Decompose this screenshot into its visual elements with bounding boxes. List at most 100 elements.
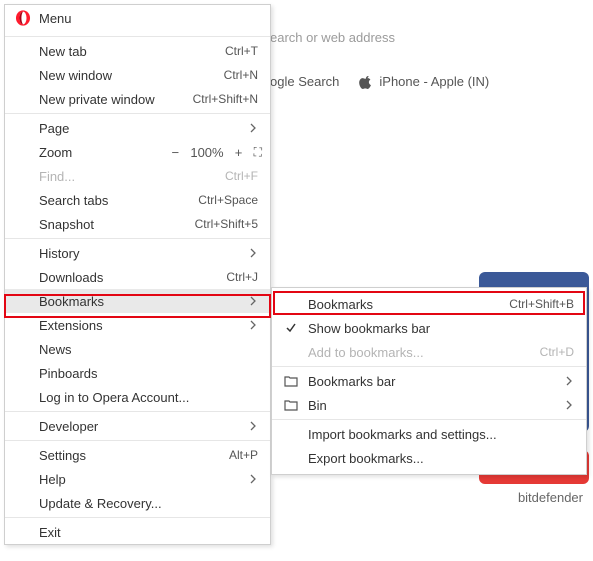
- menu-separator: [272, 366, 586, 367]
- menu-help-label: Help: [39, 472, 244, 487]
- menu-update-label: Update & Recovery...: [39, 496, 258, 511]
- submenu-add-shortcut: Ctrl+D: [540, 345, 574, 359]
- menu-login[interactable]: Log in to Opera Account...: [5, 385, 270, 409]
- menu-separator: [5, 440, 270, 441]
- chevron-right-icon: [248, 123, 258, 133]
- menu-developer-label: Developer: [39, 419, 244, 434]
- menu-extensions[interactable]: Extensions: [5, 313, 270, 337]
- menu-bookmarks[interactable]: Bookmarks: [5, 289, 270, 313]
- menu-new-window-label: New window: [39, 68, 216, 83]
- menu-history-label: History: [39, 246, 244, 261]
- menu-settings-label: Settings: [39, 448, 221, 463]
- apple-icon: [359, 75, 373, 89]
- menu-separator: [272, 419, 586, 420]
- menu-new-window-shortcut: Ctrl+N: [224, 68, 258, 82]
- bookmarks-submenu: Bookmarks Ctrl+Shift+B Show bookmarks ba…: [271, 287, 587, 475]
- menu-page-label: Page: [39, 121, 244, 136]
- submenu-bookmarks[interactable]: Bookmarks Ctrl+Shift+B: [272, 292, 586, 316]
- submenu-bookmarks-shortcut: Ctrl+Shift+B: [509, 297, 574, 311]
- menu-new-tab-shortcut: Ctrl+T: [225, 44, 258, 58]
- submenu-bin[interactable]: Bin: [272, 393, 586, 417]
- menu-separator: [5, 411, 270, 412]
- chevron-right-icon: [564, 376, 574, 386]
- menu-title: Menu: [39, 11, 72, 26]
- zoom-value: 100%: [190, 145, 223, 160]
- menu-help[interactable]: Help: [5, 467, 270, 491]
- menu-exit[interactable]: Exit: [5, 520, 270, 544]
- menu-extensions-label: Extensions: [39, 318, 244, 333]
- menu-separator: [5, 36, 270, 37]
- bookmark-google-label: ogle Search: [270, 74, 339, 89]
- menu-separator: [5, 113, 270, 114]
- menu-settings[interactable]: Settings Alt+P: [5, 443, 270, 467]
- menu-new-tab-label: New tab: [39, 44, 217, 59]
- submenu-bin-label: Bin: [308, 398, 560, 413]
- submenu-bookmarks-bar[interactable]: Bookmarks bar: [272, 369, 586, 393]
- submenu-show-bar[interactable]: Show bookmarks bar: [272, 316, 586, 340]
- fullscreen-icon[interactable]: ⛶: [254, 145, 260, 160]
- chevron-right-icon: [564, 400, 574, 410]
- zoom-out-button[interactable]: −: [168, 145, 182, 160]
- menu-find-shortcut: Ctrl+F: [225, 169, 258, 183]
- menu-new-private-label: New private window: [39, 92, 185, 107]
- menu-search-tabs-shortcut: Ctrl+Space: [198, 193, 258, 207]
- submenu-import-label: Import bookmarks and settings...: [308, 427, 574, 442]
- menu-login-label: Log in to Opera Account...: [39, 390, 258, 405]
- check-icon: [282, 316, 300, 340]
- bookmark-apple[interactable]: iPhone - Apple (IN): [359, 74, 489, 89]
- chevron-right-icon: [248, 248, 258, 258]
- menu-page[interactable]: Page: [5, 116, 270, 140]
- bookmark-apple-label: iPhone - Apple (IN): [379, 74, 489, 89]
- menu-snapshot[interactable]: Snapshot Ctrl+Shift+5: [5, 212, 270, 236]
- menu-new-private[interactable]: New private window Ctrl+Shift+N: [5, 87, 270, 111]
- menu-new-tab[interactable]: New tab Ctrl+T: [5, 39, 270, 63]
- zoom-in-button[interactable]: +: [232, 145, 246, 160]
- menu-zoom: Zoom − 100% + ⛶: [5, 140, 270, 164]
- menu-search-tabs-label: Search tabs: [39, 193, 190, 208]
- menu-snapshot-shortcut: Ctrl+Shift+5: [195, 217, 258, 231]
- folder-icon: [282, 393, 300, 417]
- submenu-export[interactable]: Export bookmarks...: [272, 446, 586, 470]
- submenu-add: Add to bookmarks... Ctrl+D: [272, 340, 586, 364]
- menu-find: Find... Ctrl+F: [5, 164, 270, 188]
- menu-downloads-shortcut: Ctrl+J: [226, 270, 258, 284]
- chevron-right-icon: [248, 320, 258, 330]
- submenu-bookmarks-bar-label: Bookmarks bar: [308, 374, 560, 389]
- main-menu: Menu New tab Ctrl+T New window Ctrl+N Ne…: [4, 4, 271, 545]
- submenu-show-bar-label: Show bookmarks bar: [308, 321, 574, 336]
- submenu-export-label: Export bookmarks...: [308, 451, 574, 466]
- menu-downloads-label: Downloads: [39, 270, 218, 285]
- menu-pinboards[interactable]: Pinboards: [5, 361, 270, 385]
- menu-find-label: Find...: [39, 169, 217, 184]
- menu-new-private-shortcut: Ctrl+Shift+N: [193, 92, 258, 106]
- menu-exit-label: Exit: [39, 525, 258, 540]
- menu-pinboards-label: Pinboards: [39, 366, 258, 381]
- menu-history[interactable]: History: [5, 241, 270, 265]
- menu-settings-shortcut: Alt+P: [229, 448, 258, 462]
- chevron-right-icon: [248, 421, 258, 431]
- menu-separator: [5, 517, 270, 518]
- menu-header: Menu: [5, 5, 270, 34]
- menu-search-tabs[interactable]: Search tabs Ctrl+Space: [5, 188, 270, 212]
- opera-icon: [15, 10, 31, 26]
- bookmark-bar: ogle Search iPhone - Apple (IN): [270, 74, 489, 89]
- submenu-bookmarks-label: Bookmarks: [308, 297, 501, 312]
- menu-new-window[interactable]: New window Ctrl+N: [5, 63, 270, 87]
- submenu-import[interactable]: Import bookmarks and settings...: [272, 422, 586, 446]
- menu-zoom-label: Zoom: [39, 145, 168, 160]
- folder-icon: [282, 369, 300, 393]
- bookmark-google[interactable]: ogle Search: [270, 74, 339, 89]
- submenu-add-label: Add to bookmarks...: [308, 345, 532, 360]
- menu-developer[interactable]: Developer: [5, 414, 270, 438]
- chevron-right-icon: [248, 296, 258, 306]
- address-bar-placeholder: earch or web address: [270, 30, 395, 45]
- footer-text: bitdefender: [518, 490, 583, 505]
- menu-news-label: News: [39, 342, 258, 357]
- menu-bookmarks-label: Bookmarks: [39, 294, 244, 309]
- menu-separator: [5, 238, 270, 239]
- chevron-right-icon: [248, 474, 258, 484]
- menu-snapshot-label: Snapshot: [39, 217, 187, 232]
- menu-update[interactable]: Update & Recovery...: [5, 491, 270, 515]
- menu-downloads[interactable]: Downloads Ctrl+J: [5, 265, 270, 289]
- menu-news[interactable]: News: [5, 337, 270, 361]
